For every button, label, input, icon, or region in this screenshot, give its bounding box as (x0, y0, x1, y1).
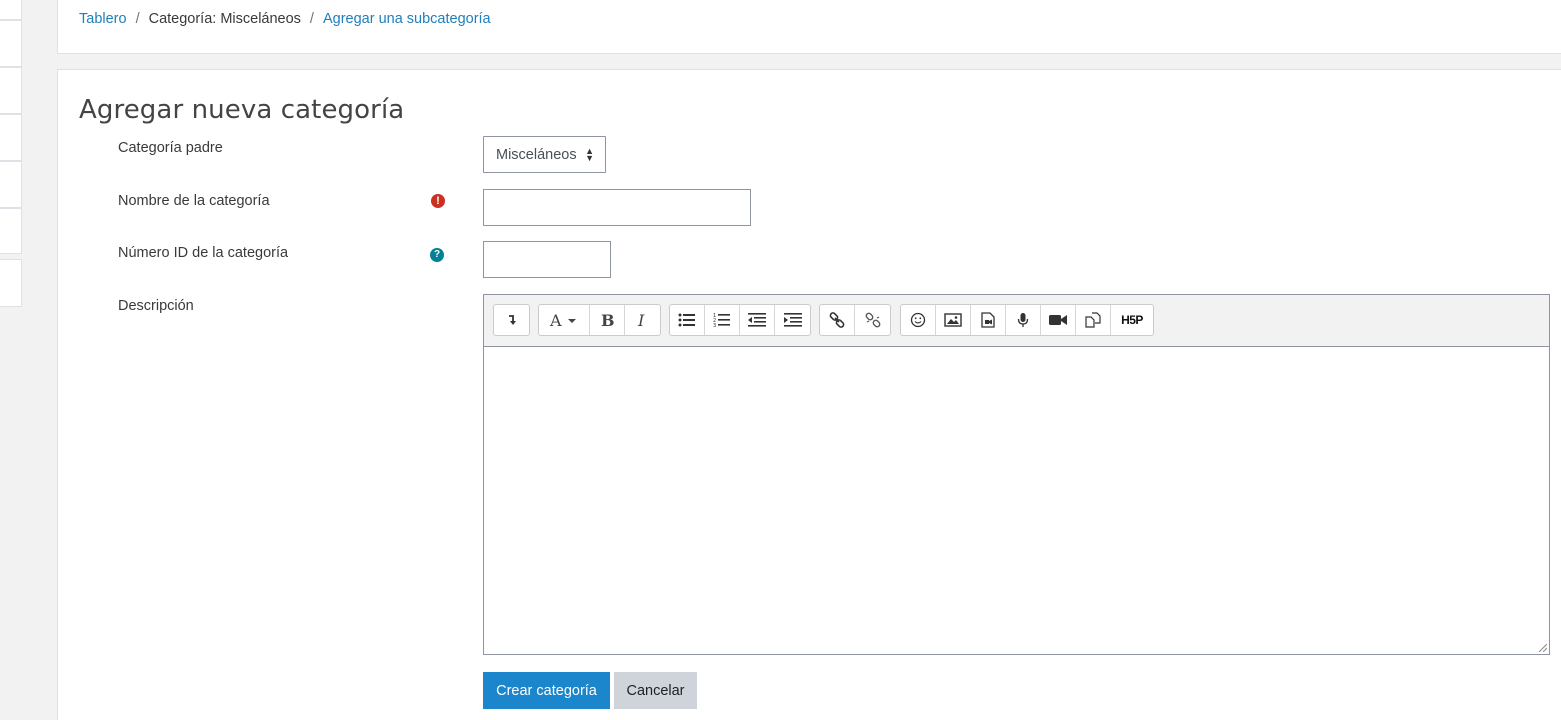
italic-icon[interactable]: I (625, 305, 660, 335)
indent-icon[interactable] (775, 305, 810, 335)
record-video-icon[interactable] (1041, 305, 1076, 335)
svg-text:I: I (637, 312, 645, 328)
media-icon[interactable] (971, 305, 1006, 335)
font-style-icon[interactable]: A (539, 305, 590, 335)
drawer-item[interactable] (0, 0, 22, 20)
main-content: Agregar nueva categoría Categoría padre … (57, 69, 1561, 720)
parent-category-value: Misceláneos (496, 146, 577, 163)
ordered-list-icon[interactable]: 123 (705, 305, 740, 335)
breadcrumb-separator: / (135, 11, 140, 27)
drawer-item[interactable] (0, 161, 22, 208)
select-arrows-icon: ▲ ▼ (585, 146, 594, 163)
breadcrumb-home-link[interactable]: Tablero (79, 11, 127, 27)
description-label: Descripción (118, 298, 194, 314)
category-idnumber-input[interactable] (483, 241, 611, 278)
breadcrumb-category: Categoría: Misceláneos (148, 11, 301, 27)
drawer-item[interactable] (0, 67, 22, 114)
toolbar-group-links (819, 304, 891, 336)
link-icon[interactable] (820, 305, 855, 335)
drawer-item[interactable] (0, 114, 22, 161)
category-idnumber-label: Número ID de la categoría (118, 245, 289, 261)
drawer-item[interactable] (0, 20, 22, 67)
resize-grip-icon[interactable] (1537, 642, 1547, 652)
page-title: Agregar nueva categoría (79, 95, 405, 125)
outdent-icon[interactable] (740, 305, 775, 335)
image-icon[interactable] (936, 305, 971, 335)
breadcrumb: Tablero / Categoría: Misceláneos / Agreg… (79, 11, 491, 27)
create-category-button[interactable]: Crear categoría (483, 672, 610, 709)
toolbar-group-lists: 123 (669, 304, 811, 336)
h5p-icon[interactable]: H5P (1111, 305, 1153, 335)
parent-category-label: Categoría padre (118, 140, 223, 156)
page-header: Tablero / Categoría: Misceláneos / Agreg… (57, 0, 1561, 54)
unlink-icon[interactable] (855, 305, 890, 335)
svg-text:A: A (549, 312, 562, 328)
drawer-item[interactable] (0, 208, 22, 254)
show-more-icon[interactable] (494, 305, 529, 335)
parent-category-select[interactable]: Misceláneos ▲ ▼ (483, 136, 606, 173)
drawer-item[interactable] (0, 259, 22, 307)
category-name-input[interactable] (483, 189, 751, 226)
question-circle-icon[interactable]: ? (430, 248, 444, 262)
h5p-label: H5P (1121, 313, 1143, 327)
editor-content-area[interactable] (484, 348, 1549, 654)
manage-files-icon[interactable] (1076, 305, 1111, 335)
record-audio-icon[interactable] (1006, 305, 1041, 335)
category-name-label: Nombre de la categoría (118, 193, 270, 209)
description-editor: A B I 123 H5P (483, 294, 1550, 655)
cancel-button[interactable]: Cancelar (614, 672, 697, 709)
unordered-list-icon[interactable] (670, 305, 705, 335)
toolbar-group-collapse (493, 304, 530, 336)
svg-text:B: B (601, 312, 614, 328)
left-drawer (0, 0, 22, 307)
toolbar-group-style: A B I (538, 304, 661, 336)
bold-icon[interactable]: B (590, 305, 625, 335)
toolbar-group-insert: H5P (900, 304, 1154, 336)
emoji-icon[interactable] (901, 305, 936, 335)
editor-toolbar: A B I 123 H5P (484, 295, 1549, 347)
breadcrumb-separator: / (309, 11, 314, 27)
breadcrumb-current-link[interactable]: Agregar una subcategoría (323, 11, 491, 27)
exclamation-circle-icon: ! (431, 194, 445, 208)
svg-text:3: 3 (713, 323, 716, 328)
